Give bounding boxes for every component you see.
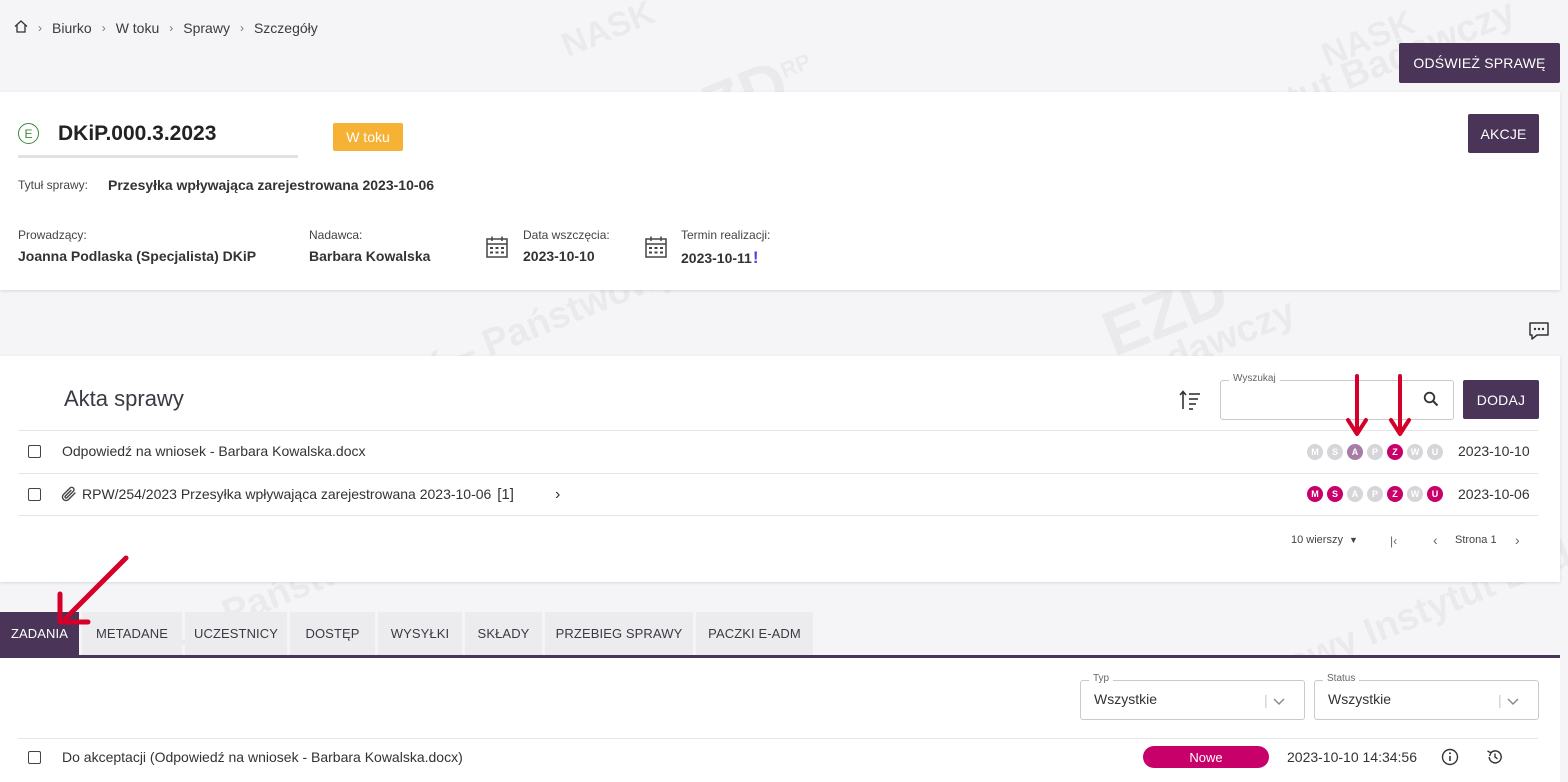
case-title-label: Tytuł sprawy: [18,178,89,192]
previous-page-icon[interactable]: ‹ [1433,532,1438,548]
add-button[interactable]: DODAJ [1463,380,1539,419]
flag-s-icon: S [1327,486,1343,502]
comments-icon[interactable] [1528,321,1550,346]
breadcrumb-in-progress[interactable]: W toku [116,20,160,36]
breadcrumb: › Biurko › W toku › Sprawy › Szczegóły [14,20,318,36]
flag-m-icon: M [1307,486,1323,502]
flag-a-icon: A [1347,444,1363,460]
sender-label: Nadawca: [309,228,363,242]
select-separator: | [1498,692,1502,708]
status-filter-value: Wszystkie [1328,691,1391,707]
tab-eadm-packages[interactable]: PACZKI E-ADM [696,612,813,655]
refresh-case-button[interactable]: ODŚWIEŻ SPRAWĘ [1399,43,1560,83]
chevron-down-icon[interactable] [1273,693,1285,711]
flag-p-icon: P [1367,444,1383,460]
calendar-icon [485,235,509,259]
sort-icon[interactable] [1178,389,1202,416]
document-name[interactable]: Odpowiedź na wniosek - Barbara Kowalska.… [62,443,366,459]
chevron-right-icon: › [169,21,174,35]
divider [18,473,1538,474]
document-flags: MSAPZWU [1307,444,1443,460]
flag-u-icon: U [1427,444,1443,460]
task-name[interactable]: Do akceptacji (Odpowiedź na wniosek - Ba… [62,749,463,765]
flag-u-icon: U [1427,486,1443,502]
search-label: Wyszukaj [1229,373,1280,384]
divider [18,430,1538,431]
owner-label: Prowadzący: [18,228,87,242]
search-input[interactable] [1220,380,1454,420]
breadcrumb-desk[interactable]: Biurko [52,20,92,36]
flag-s-icon: S [1327,444,1343,460]
actions-button[interactable]: AKCJE [1468,114,1539,153]
row-checkbox[interactable] [28,445,41,458]
sender-value: Barbara Kowalska [309,248,431,264]
flag-m-icon: M [1307,444,1323,460]
tab-metadata[interactable]: METADANE [82,612,182,655]
attachment-icon [60,486,78,507]
deadline-value: 2023-10-11! [681,248,759,267]
deadline-warning-icon: ! [752,248,759,267]
case-files-title: Akta sprawy [64,386,184,411]
start-date-value: 2023-10-10 [523,248,595,264]
type-filter-value: Wszystkie [1094,691,1157,707]
divider [18,155,298,158]
calendar-icon [644,235,668,259]
history-icon[interactable] [1486,748,1504,771]
search-icon[interactable] [1423,391,1439,412]
electronic-case-icon: E [18,123,39,144]
tab-tasks[interactable]: ZADANIA [0,612,79,655]
task-datetime: 2023-10-10 14:34:56 [1287,749,1417,765]
divider [18,515,1538,516]
page-indicator: Strona 1 [1455,534,1497,546]
chevron-right-icon: › [239,21,244,35]
owner-value: Joanna Podlaska (Specjalista) DKiP [18,248,257,264]
status-badge: W toku [333,123,403,151]
tab-dispatches[interactable]: WYSYŁKI [378,612,462,655]
info-icon[interactable] [1441,748,1459,771]
task-status-badge: Nowe [1143,746,1269,768]
row-checkbox[interactable] [28,751,41,764]
breadcrumb-details: Szczegóły [253,20,318,36]
divider [18,738,1538,739]
document-date: 2023-10-10 [1458,443,1530,459]
start-date-label: Data wszczęcia: [523,228,610,242]
chevron-right-icon: › [38,21,42,35]
flag-z-icon: Z [1387,444,1403,460]
home-icon[interactable] [14,20,28,36]
first-page-icon[interactable]: |‹ [1390,534,1397,548]
deadline-label: Termin realizacji: [681,228,771,242]
flag-w-icon: W [1407,486,1423,502]
next-page-icon[interactable]: › [1515,532,1520,548]
case-tabs: ZADANIA METADANE UCZESTNICY DOSTĘP WYSYŁ… [0,612,813,655]
case-title: Przesyłka wpływająca zarejestrowana 2023… [108,177,435,193]
tab-participants[interactable]: UCZESTNICY [185,612,287,655]
tab-compositions[interactable]: SKŁADY [465,612,542,655]
watermark-org: NASK [556,0,660,66]
type-filter-label: Typ [1089,673,1114,684]
flag-w-icon: W [1407,444,1423,460]
document-date: 2023-10-06 [1458,486,1530,502]
flag-a-icon: A [1347,486,1363,502]
case-signature: DKiP.000.3.2023 [58,122,217,145]
flag-p-icon: P [1367,486,1383,502]
chevron-right-icon[interactable]: › [555,486,560,504]
rows-per-page-select[interactable]: 10 wierszy ▼ [1291,534,1358,546]
chevron-down-icon[interactable] [1507,693,1519,711]
select-separator: | [1264,692,1268,708]
flag-z-icon: Z [1387,486,1403,502]
status-filter-label: Status [1323,673,1360,684]
tab-case-history[interactable]: PRZEBIEG SPRAWY [545,612,693,655]
registry-item-name[interactable]: RPW/254/2023 Przesyłka wpływająca zareje… [82,486,514,503]
document-flags: MSAPZWU [1307,486,1443,502]
tab-access[interactable]: DOSTĘP [290,612,375,655]
breadcrumb-cases[interactable]: Sprawy [183,20,230,36]
row-checkbox[interactable] [28,488,41,501]
chevron-right-icon: › [101,21,106,35]
